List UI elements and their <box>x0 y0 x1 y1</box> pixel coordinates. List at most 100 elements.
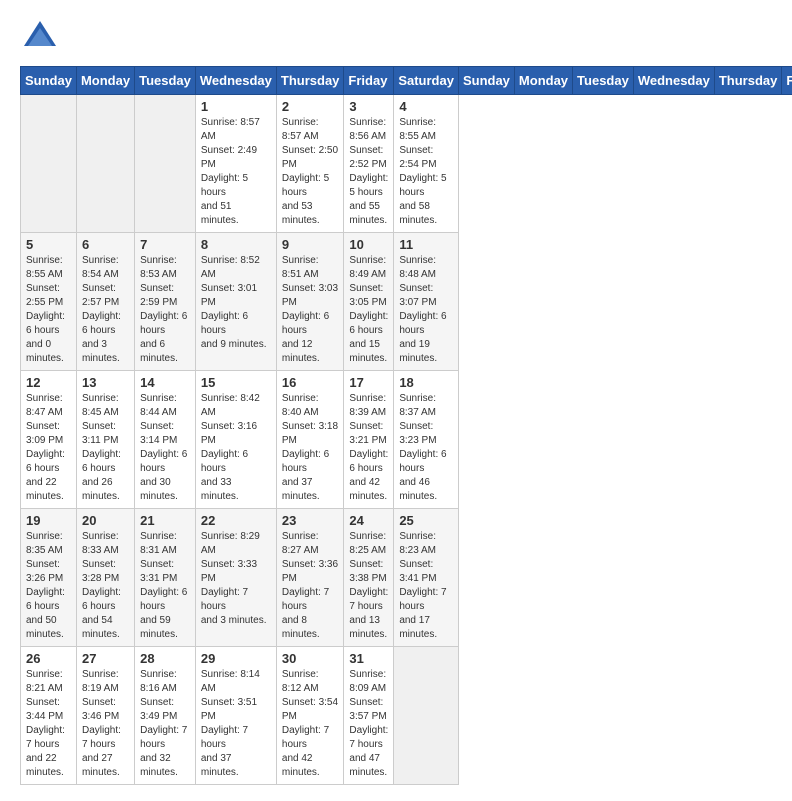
day-number: 3 <box>349 99 388 114</box>
day-info: Sunrise: 8:19 AM Sunset: 3:46 PM Dayligh… <box>82 668 129 780</box>
calendar-cell: 29 Sunrise: 8:14 AM Sunset: 3:51 PM Dayli… <box>195 647 276 785</box>
day-number: 28 <box>140 651 190 666</box>
day-info: Sunrise: 8:31 AM Sunset: 3:31 PM Dayligh… <box>140 530 190 642</box>
day-number: 31 <box>349 651 388 666</box>
calendar-cell <box>394 647 459 785</box>
day-number: 4 <box>399 99 453 114</box>
day-info: Sunrise: 8:53 AM Sunset: 2:59 PM Dayligh… <box>140 254 190 366</box>
day-info: Sunrise: 8:52 AM Sunset: 3:01 PM Dayligh… <box>201 254 271 352</box>
weekday-header-tuesday: Tuesday <box>573 67 634 95</box>
calendar-cell: 28 Sunrise: 8:16 AM Sunset: 3:49 PM Dayli… <box>135 647 196 785</box>
day-info: Sunrise: 8:57 AM Sunset: 2:50 PM Dayligh… <box>282 116 339 228</box>
header-tuesday: Tuesday <box>135 67 196 95</box>
calendar-cell: 19 Sunrise: 8:35 AM Sunset: 3:26 PM Dayli… <box>21 509 77 647</box>
calendar-cell: 7 Sunrise: 8:53 AM Sunset: 2:59 PM Daylig… <box>135 233 196 371</box>
day-number: 25 <box>399 513 453 528</box>
weekday-header-friday: Friday <box>782 67 792 95</box>
day-info: Sunrise: 8:33 AM Sunset: 3:28 PM Dayligh… <box>82 530 129 642</box>
day-number: 2 <box>282 99 339 114</box>
calendar-cell: 22 Sunrise: 8:29 AM Sunset: 3:33 PM Dayli… <box>195 509 276 647</box>
header-friday: Friday <box>344 67 394 95</box>
logo-icon <box>20 16 60 56</box>
calendar-week-row: 1Sunrise: 8:57 AM Sunset: 2:49 PM Daylig… <box>21 95 792 233</box>
calendar-week-row: 19 Sunrise: 8:35 AM Sunset: 3:26 PM Dayli… <box>21 509 792 647</box>
day-number: 22 <box>201 513 271 528</box>
header-saturday: Saturday <box>394 67 459 95</box>
calendar-cell: 20 Sunrise: 8:33 AM Sunset: 3:28 PM Dayli… <box>76 509 134 647</box>
day-info: Sunrise: 8:40 AM Sunset: 3:18 PM Dayligh… <box>282 392 339 504</box>
calendar-table: SundayMondayTuesdayWednesdayThursdayFrid… <box>20 66 792 785</box>
day-number: 19 <box>26 513 71 528</box>
calendar-cell: 13 Sunrise: 8:45 AM Sunset: 3:11 PM Dayli… <box>76 371 134 509</box>
calendar-cell: 27 Sunrise: 8:19 AM Sunset: 3:46 PM Dayli… <box>76 647 134 785</box>
calendar-cell: 17Sunrise: 8:39 AM Sunset: 3:21 PM Dayli… <box>344 371 394 509</box>
day-number: 13 <box>82 375 129 390</box>
day-info: Sunrise: 8:55 AM Sunset: 2:55 PM Dayligh… <box>26 254 71 366</box>
weekday-header-sunday: Sunday <box>458 67 514 95</box>
day-info: Sunrise: 8:54 AM Sunset: 2:57 PM Dayligh… <box>82 254 129 366</box>
calendar-cell: 6Sunrise: 8:54 AM Sunset: 2:57 PM Daylig… <box>76 233 134 371</box>
day-info: Sunrise: 8:35 AM Sunset: 3:26 PM Dayligh… <box>26 530 71 642</box>
header-thursday: Thursday <box>276 67 344 95</box>
calendar-cell: 4Sunrise: 8:55 AM Sunset: 2:54 PM Daylig… <box>394 95 459 233</box>
day-number: 5 <box>26 237 71 252</box>
header-monday: Monday <box>76 67 134 95</box>
day-number: 24 <box>349 513 388 528</box>
day-info: Sunrise: 8:16 AM Sunset: 3:49 PM Dayligh… <box>140 668 190 780</box>
day-info: Sunrise: 8:47 AM Sunset: 3:09 PM Dayligh… <box>26 392 71 504</box>
day-number: 27 <box>82 651 129 666</box>
calendar-cell: 10Sunrise: 8:49 AM Sunset: 3:05 PM Dayli… <box>344 233 394 371</box>
day-info: Sunrise: 8:37 AM Sunset: 3:23 PM Dayligh… <box>399 392 453 504</box>
day-info: Sunrise: 8:39 AM Sunset: 3:21 PM Dayligh… <box>349 392 388 504</box>
day-info: Sunrise: 8:49 AM Sunset: 3:05 PM Dayligh… <box>349 254 388 366</box>
calendar-cell: 15Sunrise: 8:42 AM Sunset: 3:16 PM Dayli… <box>195 371 276 509</box>
calendar-cell <box>135 95 196 233</box>
calendar-cell: 31Sunrise: 8:09 AM Sunset: 3:57 PM Dayli… <box>344 647 394 785</box>
day-number: 12 <box>26 375 71 390</box>
day-number: 30 <box>282 651 339 666</box>
weekday-header-monday: Monday <box>514 67 572 95</box>
calendar-cell: 2 Sunrise: 8:57 AM Sunset: 2:50 PM Daylig… <box>276 95 344 233</box>
day-number: 11 <box>399 237 453 252</box>
calendar-cell: 26 Sunrise: 8:21 AM Sunset: 3:44 PM Dayli… <box>21 647 77 785</box>
day-info: Sunrise: 8:25 AM Sunset: 3:38 PM Dayligh… <box>349 530 388 642</box>
day-info: Sunrise: 8:51 AM Sunset: 3:03 PM Dayligh… <box>282 254 339 366</box>
calendar-cell: 5 Sunrise: 8:55 AM Sunset: 2:55 PM Daylig… <box>21 233 77 371</box>
day-info: Sunrise: 8:21 AM Sunset: 3:44 PM Dayligh… <box>26 668 71 780</box>
day-info: Sunrise: 8:14 AM Sunset: 3:51 PM Dayligh… <box>201 668 271 780</box>
header-sunday: Sunday <box>21 67 77 95</box>
day-info: Sunrise: 8:57 AM Sunset: 2:49 PM Dayligh… <box>201 116 271 228</box>
logo <box>20 16 66 56</box>
weekday-header-thursday: Thursday <box>714 67 782 95</box>
day-number: 9 <box>282 237 339 252</box>
day-info: Sunrise: 8:23 AM Sunset: 3:41 PM Dayligh… <box>399 530 453 642</box>
calendar-cell: 12 Sunrise: 8:47 AM Sunset: 3:09 PM Dayli… <box>21 371 77 509</box>
day-info: Sunrise: 8:44 AM Sunset: 3:14 PM Dayligh… <box>140 392 190 504</box>
calendar-cell: 18Sunrise: 8:37 AM Sunset: 3:23 PM Dayli… <box>394 371 459 509</box>
day-info: Sunrise: 8:29 AM Sunset: 3:33 PM Dayligh… <box>201 530 271 628</box>
calendar-cell <box>21 95 77 233</box>
calendar-cell: 14Sunrise: 8:44 AM Sunset: 3:14 PM Dayli… <box>135 371 196 509</box>
day-info: Sunrise: 8:45 AM Sunset: 3:11 PM Dayligh… <box>82 392 129 504</box>
day-number: 8 <box>201 237 271 252</box>
day-info: Sunrise: 8:27 AM Sunset: 3:36 PM Dayligh… <box>282 530 339 642</box>
day-info: Sunrise: 8:48 AM Sunset: 3:07 PM Dayligh… <box>399 254 453 366</box>
day-info: Sunrise: 8:12 AM Sunset: 3:54 PM Dayligh… <box>282 668 339 780</box>
weekday-header-wednesday: Wednesday <box>633 67 714 95</box>
day-number: 29 <box>201 651 271 666</box>
day-number: 26 <box>26 651 71 666</box>
calendar-cell: 1Sunrise: 8:57 AM Sunset: 2:49 PM Daylig… <box>195 95 276 233</box>
calendar-cell: 16 Sunrise: 8:40 AM Sunset: 3:18 PM Dayli… <box>276 371 344 509</box>
day-number: 16 <box>282 375 339 390</box>
calendar-cell: 23Sunrise: 8:27 AM Sunset: 3:36 PM Dayli… <box>276 509 344 647</box>
calendar-cell: 9 Sunrise: 8:51 AM Sunset: 3:03 PM Daylig… <box>276 233 344 371</box>
day-info: Sunrise: 8:56 AM Sunset: 2:52 PM Dayligh… <box>349 116 388 228</box>
calendar-cell: 3 Sunrise: 8:56 AM Sunset: 2:52 PM Daylig… <box>344 95 394 233</box>
calendar-week-row: 5 Sunrise: 8:55 AM Sunset: 2:55 PM Daylig… <box>21 233 792 371</box>
calendar-week-row: 26 Sunrise: 8:21 AM Sunset: 3:44 PM Dayli… <box>21 647 792 785</box>
day-info: Sunrise: 8:42 AM Sunset: 3:16 PM Dayligh… <box>201 392 271 504</box>
day-number: 7 <box>140 237 190 252</box>
day-number: 20 <box>82 513 129 528</box>
day-number: 21 <box>140 513 190 528</box>
calendar-cell: 11 Sunrise: 8:48 AM Sunset: 3:07 PM Dayli… <box>394 233 459 371</box>
